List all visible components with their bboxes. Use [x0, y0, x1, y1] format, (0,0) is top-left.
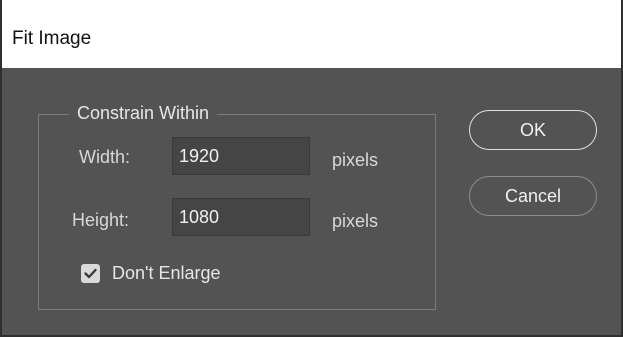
dialog-title: Fit Image [12, 28, 92, 49]
width-unit-label: pixels [332, 150, 379, 170]
height-input[interactable]: 1080 [172, 198, 310, 236]
width-input[interactable]: 1920 [172, 137, 310, 175]
cancel-button[interactable]: Cancel [469, 176, 597, 216]
ok-button[interactable]: OK [469, 110, 597, 150]
fit-image-dialog: Fit Image Constrain Within Width: 1920 p… [0, 0, 623, 337]
dont-enlarge-checkbox[interactable] [81, 264, 100, 283]
height-unit-label: pixels [332, 211, 379, 231]
width-label: Width: [79, 147, 131, 167]
height-label: Height: [72, 210, 130, 230]
checkmark-icon [84, 268, 97, 279]
constrain-within-legend: Constrain Within [69, 102, 218, 124]
title-bar: Fit Image [2, 0, 621, 68]
dont-enlarge-label[interactable]: Don't Enlarge [112, 262, 221, 284]
